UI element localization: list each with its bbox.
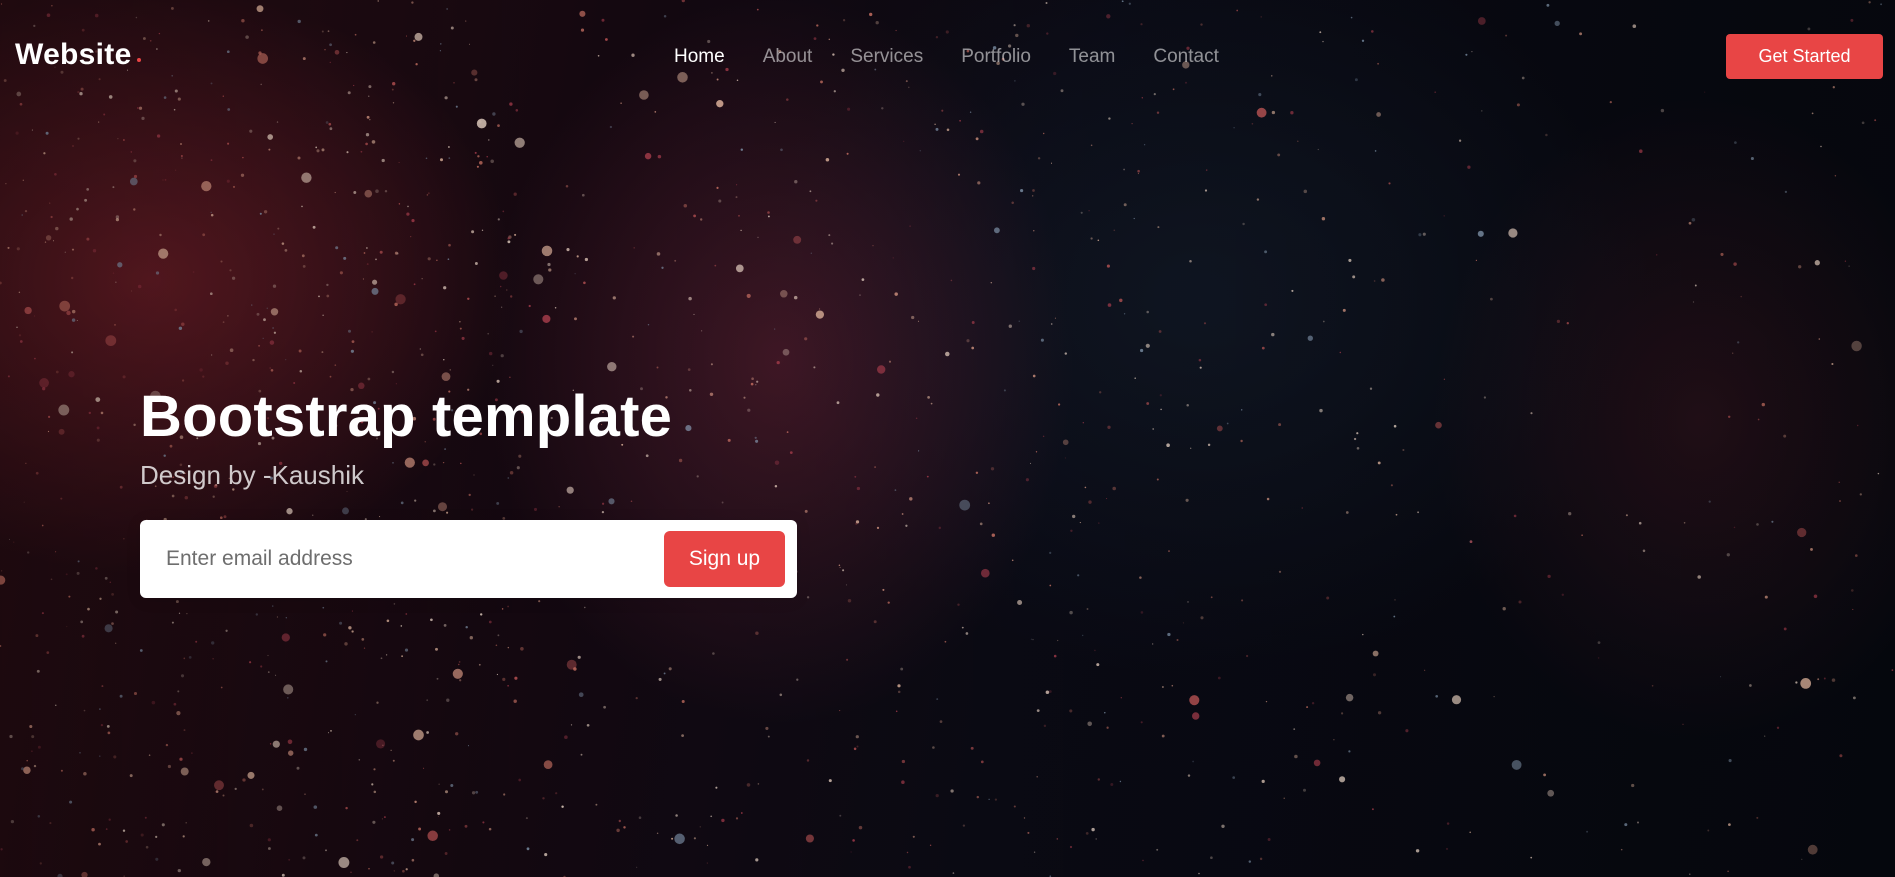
page: Website Home About Services Portfolio Te… [0,0,1895,877]
nav-item-contact[interactable]: Contact [1134,44,1237,70]
nav-item-team[interactable]: Team [1050,44,1134,70]
site-header: Website Home About Services Portfolio Te… [0,0,1895,112]
main-nav: Home About Services Portfolio Team Conta… [655,44,1238,70]
hero-section: Bootstrap template Design by -Kaushik Si… [140,380,860,598]
nav-item-home[interactable]: Home [655,44,744,70]
nav-item-about[interactable]: About [744,44,832,70]
get-started-button[interactable]: Get Started [1726,34,1883,79]
hero-title: Bootstrap template [140,384,673,449]
logo-text: Website [15,38,132,71]
hero-subtitle: Design by -Kaushik [140,460,364,490]
signup-form: Sign up [140,520,797,598]
logo-dot [136,58,141,62]
signup-button[interactable]: Sign up [664,531,785,587]
nav-item-portfolio[interactable]: Portfolio [942,44,1050,70]
site-logo[interactable]: Website [15,38,141,72]
nav-item-services[interactable]: Services [831,44,942,70]
email-input[interactable] [166,539,636,579]
